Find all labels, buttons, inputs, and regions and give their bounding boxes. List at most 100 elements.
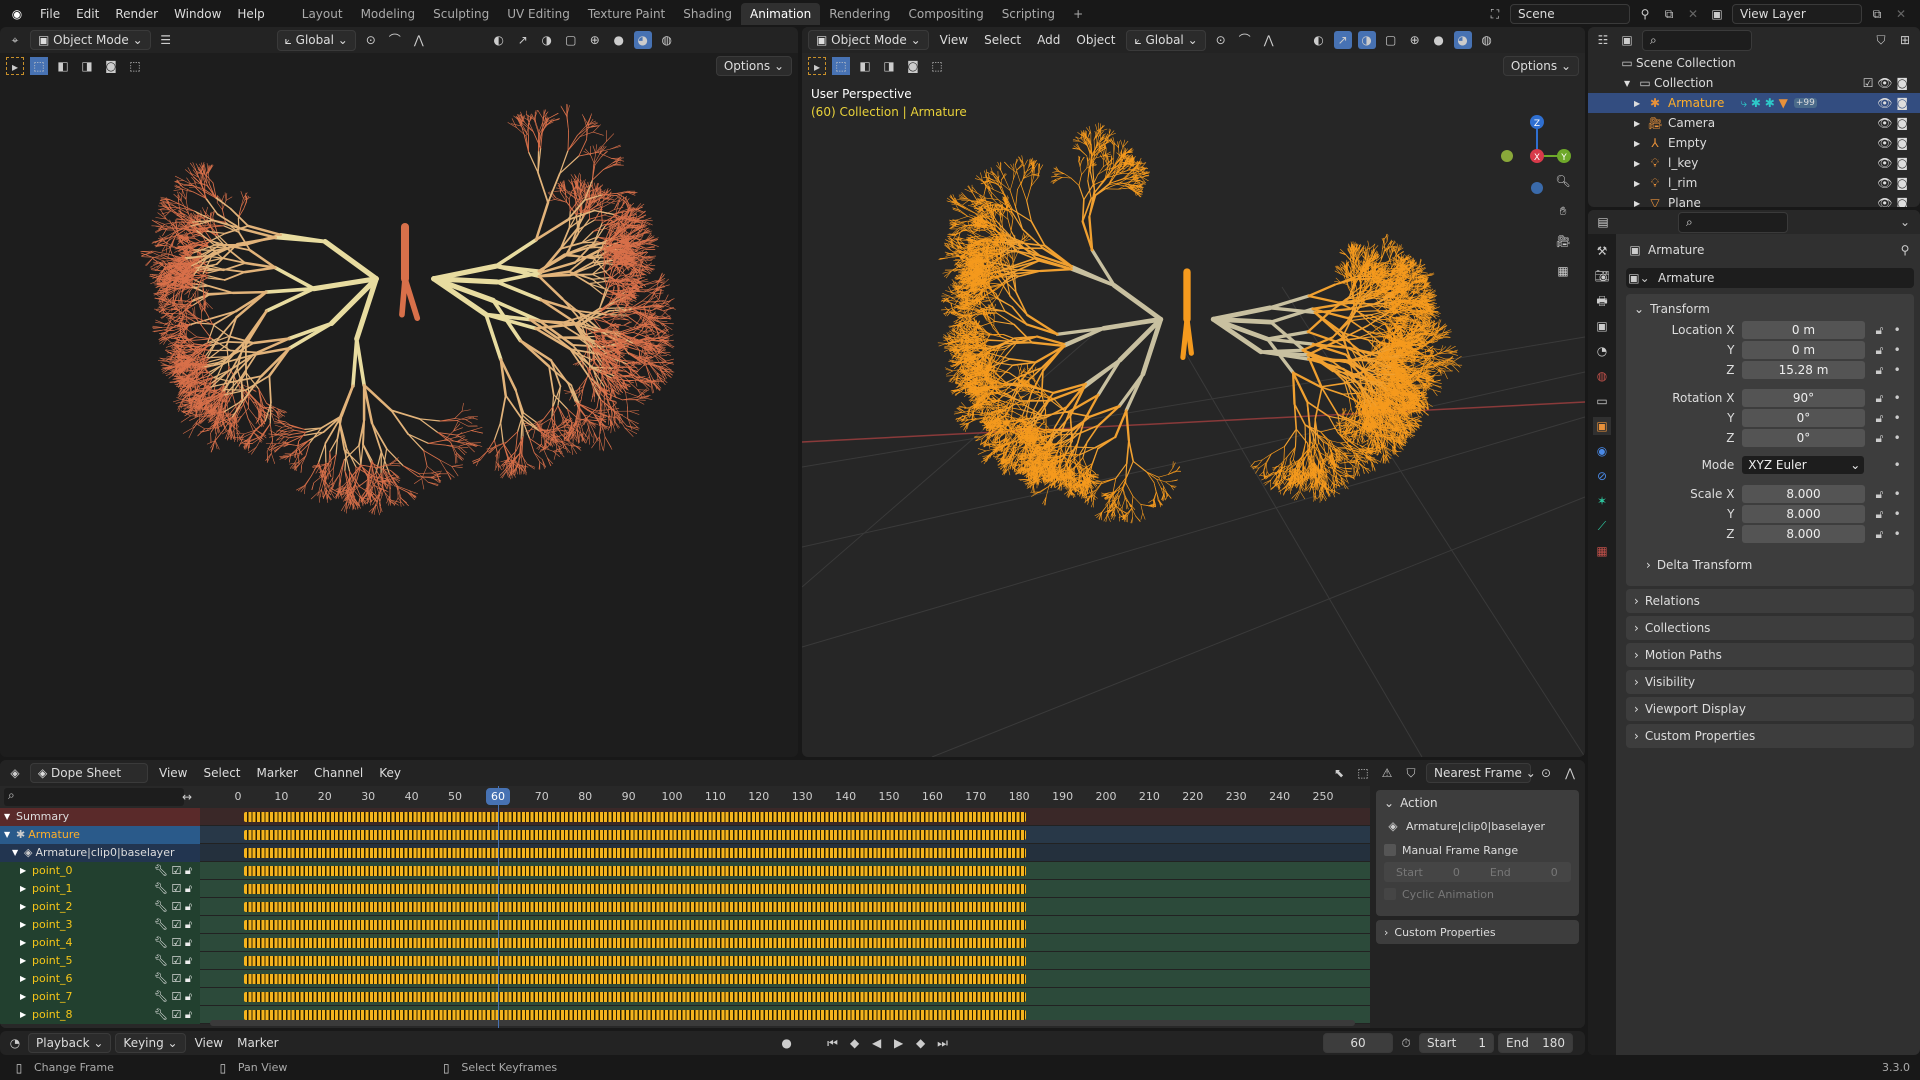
- lock-icon[interactable]: 🔓︎: [1871, 505, 1889, 523]
- keyframes[interactable]: [244, 937, 1026, 948]
- lock-icon[interactable]: 🔓︎: [185, 936, 192, 949]
- keyframes[interactable]: [244, 847, 1026, 858]
- lock-icon[interactable]: 🔓︎: [1871, 341, 1889, 359]
- channel-row[interactable]: ▶ point_0 🔧︎ ☑ 🔓︎: [0, 861, 1370, 880]
- channel-row[interactable]: ▶ point_6 🔧︎ ☑ 🔓︎: [0, 969, 1370, 988]
- camera-render-icon[interactable]: ◙: [1896, 116, 1908, 130]
- playback-menu[interactable]: Playback ⌄: [28, 1033, 112, 1053]
- playhead[interactable]: [498, 786, 499, 1028]
- add-workspace-button[interactable]: +: [1064, 3, 1092, 25]
- outliner-scene-collection[interactable]: ▭ Scene Collection: [1588, 53, 1920, 73]
- current-frame-indicator[interactable]: 60: [486, 788, 510, 805]
- show-hidden-icon[interactable]: ⬚: [1354, 764, 1372, 782]
- lock-icon[interactable]: 🔓︎: [185, 882, 192, 895]
- menu-view[interactable]: View: [154, 766, 192, 780]
- keyframes[interactable]: [244, 883, 1026, 894]
- expand-icon[interactable]: ▶: [1634, 119, 1646, 128]
- channel-row[interactable]: ▶ point_2 🔧︎ ☑ 🔓︎: [0, 897, 1370, 916]
- lock-icon[interactable]: 🔓︎: [1871, 321, 1889, 339]
- menu-channel[interactable]: Channel: [309, 766, 368, 780]
- falloff-icon[interactable]: ⋀: [1561, 764, 1579, 782]
- expand-icon[interactable]: ▶: [1634, 139, 1646, 148]
- object-name-field[interactable]: ▣⌄ Armature: [1626, 268, 1914, 288]
- scale-y-field[interactable]: 8.000: [1742, 505, 1865, 523]
- next-keyframe-icon[interactable]: ◆: [912, 1034, 930, 1052]
- object-data-tab-icon[interactable]: ✶: [1593, 492, 1611, 510]
- expand-icon[interactable]: ▶: [20, 866, 32, 875]
- scene-tab-icon[interactable]: ◔: [1593, 342, 1611, 360]
- close-icon[interactable]: ✕: [1684, 5, 1702, 23]
- keyframes[interactable]: [244, 973, 1026, 984]
- record-icon[interactable]: ●: [778, 1034, 796, 1052]
- keyframe-dot-icon[interactable]: •: [1888, 505, 1906, 523]
- camera-render-icon[interactable]: ◙: [1896, 136, 1908, 150]
- camera-render-icon[interactable]: ◙: [1896, 196, 1908, 207]
- tab-layout[interactable]: Layout: [293, 3, 352, 25]
- expand-icon[interactable]: ▶: [20, 974, 32, 983]
- scale-x-field[interactable]: 8.000: [1742, 485, 1865, 503]
- action-name[interactable]: Armature|clip0|baselayer: [1406, 820, 1545, 833]
- custom-properties-panel[interactable]: › Custom Properties: [1376, 920, 1579, 944]
- new-collection-icon[interactable]: ⊞: [1896, 31, 1914, 49]
- view-layer-icon[interactable]: ▣: [1708, 5, 1726, 23]
- keyframes[interactable]: [244, 955, 1026, 966]
- keyframe-dot-icon[interactable]: •: [1888, 456, 1906, 474]
- modifier-wrench-icon[interactable]: 🔧︎: [154, 882, 168, 895]
- keyframe-dot-icon[interactable]: •: [1888, 485, 1906, 503]
- outliner-item[interactable]: ▶ 💡︎ l_key 👁︎ ◙: [1588, 153, 1920, 173]
- eye-icon[interactable]: 👁︎: [1877, 76, 1892, 90]
- viewport-left[interactable]: ⌖ ▣ Object Mode ⌄ ☰ ⟀ Global ⌄ ⊙ ⌒ ⋀ ◐ ↗…: [0, 27, 798, 757]
- swap-icon[interactable]: ↔: [178, 788, 196, 806]
- eye-icon[interactable]: 👁︎: [1877, 196, 1892, 207]
- modifier-wrench-icon[interactable]: 🔧︎: [154, 900, 168, 913]
- eye-icon[interactable]: 👁︎: [1877, 116, 1892, 130]
- mute-checkbox[interactable]: ☑: [171, 972, 181, 985]
- new-scene-icon[interactable]: ⧉: [1660, 5, 1678, 23]
- eye-icon[interactable]: 👁︎: [1877, 136, 1892, 150]
- only-selected-icon[interactable]: ⬉: [1330, 764, 1348, 782]
- modifier-wrench-icon[interactable]: 🔧︎: [154, 972, 168, 985]
- tab-scripting[interactable]: Scripting: [993, 3, 1064, 25]
- view-layer-selector[interactable]: View Layer: [1732, 3, 1862, 24]
- keyframe-dot-icon[interactable]: •: [1888, 409, 1906, 427]
- object-type-icon[interactable]: ▣⌄: [1626, 269, 1652, 287]
- collapse-icon[interactable]: ▼: [4, 812, 16, 821]
- start-frame-field[interactable]: Start 1: [1419, 1033, 1494, 1053]
- menu-select[interactable]: Select: [198, 766, 245, 780]
- modifier-wrench-icon[interactable]: 🔧︎: [154, 936, 168, 949]
- channel-row[interactable]: ▶ point_4 🔧︎ ☑ 🔓︎: [0, 933, 1370, 952]
- lock-icon[interactable]: 🔓︎: [185, 900, 192, 913]
- keyframe-dot-icon[interactable]: •: [1888, 361, 1906, 379]
- scene-icon[interactable]: ⛶: [1486, 5, 1504, 23]
- tab-texture-paint[interactable]: Texture Paint: [579, 3, 674, 25]
- display-mode-icon[interactable]: ☷: [1594, 31, 1612, 49]
- object-tab-icon[interactable]: ▣: [1593, 417, 1611, 435]
- constraints-tab-icon[interactable]: ⊘: [1593, 467, 1611, 485]
- lock-icon[interactable]: 🔓︎: [185, 918, 192, 931]
- tab-modeling[interactable]: Modeling: [352, 3, 425, 25]
- menu-help[interactable]: Help: [229, 7, 272, 21]
- modifier-wrench-icon[interactable]: 🔧︎: [154, 990, 168, 1003]
- keyframes[interactable]: [244, 829, 1026, 840]
- outliner-item[interactable]: ▶ 🎥︎ Camera 👁︎ ◙: [1588, 113, 1920, 133]
- chevron-down-icon[interactable]: ⌄: [1896, 213, 1914, 231]
- manual-frame-range-checkbox[interactable]: [1384, 844, 1396, 856]
- expand-icon[interactable]: ▶: [1634, 99, 1646, 108]
- expand-icon[interactable]: ▶: [20, 956, 32, 965]
- lock-icon[interactable]: 🔓︎: [1871, 409, 1889, 427]
- collapse-icon[interactable]: ▼: [4, 830, 16, 839]
- expand-icon[interactable]: ▶: [20, 920, 32, 929]
- outliner-item[interactable]: ▶ ▽ Plane 👁︎ ◙: [1588, 193, 1920, 207]
- mute-checkbox[interactable]: ☑: [171, 882, 181, 895]
- properties-panel-relations[interactable]: › Relations: [1626, 589, 1914, 613]
- outliner-search-input[interactable]: ⌕: [1642, 29, 1752, 51]
- tool-tab-icon[interactable]: ⚒: [1593, 242, 1611, 260]
- channel-row[interactable]: ▶ point_5 🔧︎ ☑ 🔓︎: [0, 951, 1370, 970]
- tab-rendering[interactable]: Rendering: [820, 3, 899, 25]
- keyframe-dot-icon[interactable]: •: [1888, 341, 1906, 359]
- outliner-item[interactable]: ▶ ⅄ Empty 👁︎ ◙: [1588, 133, 1920, 153]
- properties-panel-visibility[interactable]: › Visibility: [1626, 670, 1914, 694]
- channel-action[interactable]: ▼ ◈ Armature|clip0|baselayer: [0, 843, 1370, 862]
- tab-sculpting[interactable]: Sculpting: [424, 3, 498, 25]
- blender-logo-icon[interactable]: ◉: [8, 5, 26, 23]
